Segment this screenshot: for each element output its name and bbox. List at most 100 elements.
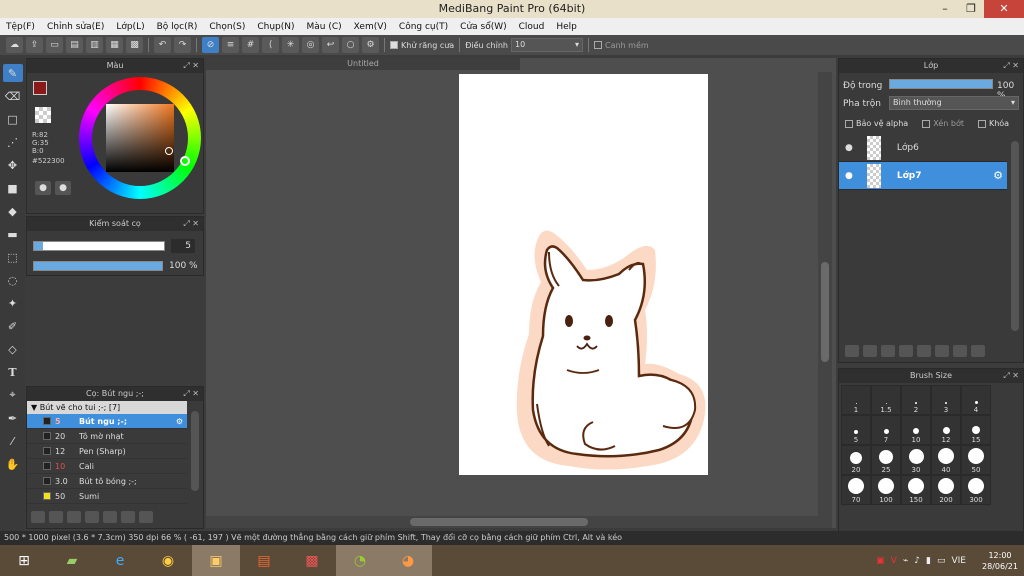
new-8bit-layer-icon[interactable] — [881, 345, 895, 357]
brush-item[interactable]: 12 Pen (Sharp) — [27, 444, 187, 459]
menu-layer[interactable]: Lớp(L) — [110, 22, 150, 32]
panel-close-icon[interactable]: ⤢ ✕ — [183, 217, 199, 231]
menu-select[interactable]: Chọn(S) — [203, 22, 251, 32]
brush-group-header[interactable]: ▼ Bút vẽ cho tui ;-; [7] — [27, 401, 187, 414]
vertical-scroll-thumb[interactable] — [821, 262, 829, 362]
saturation-value-square[interactable] — [106, 104, 174, 172]
brush-size-cell[interactable]: 150 — [901, 475, 931, 505]
panel-icon[interactable]: ▦ — [106, 37, 123, 53]
app-icon[interactable]: ◔ — [336, 545, 384, 576]
trash-icon[interactable] — [139, 511, 153, 523]
app-icon[interactable]: ▰ — [48, 545, 96, 576]
divide-tool-icon[interactable]: ⌖ — [3, 386, 23, 404]
new-layer-icon[interactable] — [845, 345, 859, 357]
foreground-swatch[interactable] — [33, 81, 47, 95]
text-tool-icon[interactable]: T — [3, 363, 23, 381]
layer-opacity-slider[interactable] — [889, 79, 993, 89]
volume-icon[interactable]: ♪ — [914, 556, 920, 566]
select-tool-icon[interactable]: ⬚ — [3, 248, 23, 266]
ie-icon[interactable]: e — [96, 545, 144, 576]
brush-tool-icon[interactable]: ✎ — [2, 64, 23, 82]
brush-size-value[interactable]: 5 — [171, 239, 195, 253]
eye-icon[interactable]: ● — [845, 171, 853, 181]
gear-icon[interactable]: ⚙ — [176, 417, 187, 426]
undo-icon[interactable]: ↶ — [154, 37, 171, 53]
gear-icon[interactable]: ⚙ — [993, 169, 1007, 182]
brush-menu-icon[interactable] — [67, 511, 81, 523]
start-icon[interactable]: ⊞ — [0, 545, 48, 576]
duplicate-icon[interactable] — [121, 511, 135, 523]
tray-v-icon[interactable]: V — [891, 556, 897, 566]
close-button[interactable]: ✕ — [984, 0, 1024, 18]
trash-icon[interactable] — [971, 345, 985, 357]
brush-size-cell[interactable]: 10 — [901, 415, 931, 445]
menu-help[interactable]: Help — [550, 22, 583, 32]
sv-marker[interactable] — [165, 147, 173, 155]
minimize-button[interactable]: – — [932, 0, 958, 18]
eyedropper-tool-icon[interactable]: ✒ — [3, 409, 23, 427]
brush-item[interactable]: 5 Bút ngu ;-; ⚙ — [27, 414, 187, 429]
fill-rect-tool-icon[interactable]: ■ — [3, 179, 23, 197]
clock[interactable]: 12:00 28/06/21 — [976, 550, 1024, 572]
antialias-checkbox[interactable]: Khử răng cưa — [390, 41, 454, 50]
cloud-icon[interactable]: ☁ — [6, 37, 23, 53]
brush-item[interactable]: 3.0 Bút tô bóng ;-; — [27, 474, 187, 489]
app-icon[interactable]: ▩ — [288, 545, 336, 576]
eraser-tool-icon[interactable]: ⌫ — [3, 87, 23, 105]
office-icon[interactable]: ▤ — [240, 545, 288, 576]
brush-size-cell[interactable]: 50 — [961, 445, 991, 475]
panel-close-icon[interactable]: ⤢ ✕ — [1003, 369, 1019, 383]
brush-size-cell[interactable]: 3 — [931, 385, 961, 415]
tray-usb-icon[interactable]: ⌁ — [903, 556, 908, 566]
brush-item[interactable]: 50 Sumi — [27, 489, 187, 504]
brush-size-cell[interactable]: 15 — [961, 415, 991, 445]
brush-size-cell[interactable]: 1.5 — [871, 385, 901, 415]
battery-icon[interactable]: ▭ — [937, 556, 946, 566]
comment-icon[interactable]: ▭ — [46, 37, 63, 53]
redo-icon[interactable]: ↷ — [174, 37, 191, 53]
add-brush-icon[interactable] — [31, 511, 45, 523]
brush-size-cell[interactable]: 30 — [901, 445, 931, 475]
hue-marker[interactable] — [180, 156, 190, 166]
dot-tool-icon[interactable]: ⋰ — [3, 133, 23, 151]
cross-snap-icon[interactable]: # — [242, 37, 259, 53]
brush-size-cell[interactable]: 1 — [841, 385, 871, 415]
layer-menu-icon[interactable] — [899, 345, 913, 357]
folder-icon[interactable] — [103, 511, 117, 523]
horizontal-scroll-thumb[interactable] — [410, 518, 588, 526]
brush-size-cell[interactable]: 100 — [871, 475, 901, 505]
brush-size-slider[interactable] — [33, 241, 165, 251]
color-wheel[interactable] — [79, 77, 201, 199]
snap-off-icon[interactable]: ⊘ — [202, 37, 219, 53]
brush-opacity-slider[interactable] — [33, 261, 163, 271]
brush-size-cell[interactable]: 12 — [931, 415, 961, 445]
brush-size-cell[interactable]: 40 — [931, 445, 961, 475]
lock-checkbox[interactable]: Khóa — [977, 119, 1009, 128]
menu-view[interactable]: Xem(V) — [348, 22, 393, 32]
menu-color[interactable]: Màu (C) — [301, 22, 348, 32]
speech-icon[interactable]: ▤ — [66, 37, 83, 53]
circle-snap-icon[interactable]: ◎ — [302, 37, 319, 53]
magic-wand-tool-icon[interactable]: ✦ — [3, 294, 23, 312]
brush-size-cell[interactable]: 200 — [931, 475, 961, 505]
bucket-tool-icon[interactable]: ◆ — [3, 202, 23, 220]
lasso-tool-icon[interactable]: ◌ — [3, 271, 23, 289]
menu-cloud[interactable]: Cloud — [513, 22, 551, 32]
radial-snap-icon[interactable]: ✳ — [282, 37, 299, 53]
rectangle-tool-icon[interactable]: □ — [3, 110, 23, 128]
palette-icon[interactable]: ● — [35, 181, 51, 195]
select-pen-tool-icon[interactable]: ✐ — [3, 317, 23, 335]
grid-icon[interactable]: ▩ — [126, 37, 143, 53]
medibang-icon[interactable]: ◕ — [384, 545, 432, 576]
menu-edit[interactable]: Chỉnh sửa(E) — [41, 22, 110, 32]
new-halftone-layer-icon[interactable] — [863, 345, 877, 357]
panel-close-icon[interactable]: ⤢ ✕ — [183, 59, 199, 73]
panel-close-icon[interactable]: ⤢ ✕ — [1003, 59, 1019, 73]
gradient-tool-icon[interactable]: ▬ — [3, 225, 23, 243]
layer-row[interactable]: ● Lớp7 ⚙ — [839, 162, 1007, 190]
folder-icon[interactable] — [917, 345, 931, 357]
menu-capture[interactable]: Chụp(N) — [251, 22, 300, 32]
brush-size-cell[interactable]: 5 — [841, 415, 871, 445]
new-brush-icon[interactable] — [49, 511, 63, 523]
move-tool-icon[interactable]: ✥ — [3, 156, 23, 174]
